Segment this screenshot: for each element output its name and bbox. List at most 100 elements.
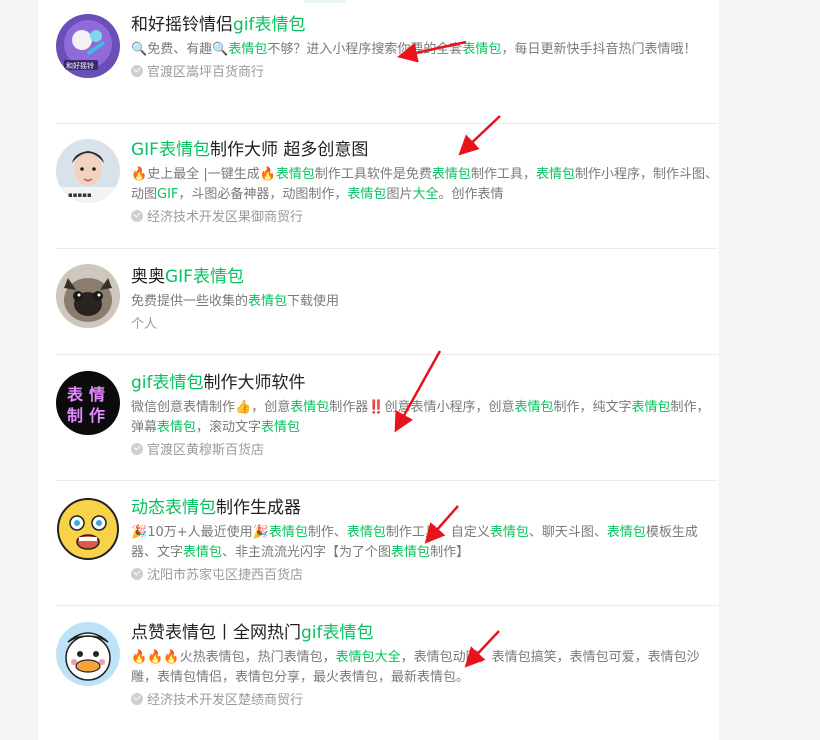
text-segment: 免费提供一些收集的 — [131, 294, 249, 309]
emoji-icon: 🔥 — [131, 167, 148, 182]
verified-icon — [131, 210, 143, 222]
svg-text:▪▪▪▪▪: ▪▪▪▪▪ — [68, 191, 92, 199]
text-segment: 、聊天斗图、 — [528, 525, 607, 540]
result-description: 免费提供一些收集的表情包下载使用 — [131, 292, 718, 312]
text-segment: 制作】 — [430, 545, 470, 560]
highlight-keyword: gif表情包 — [131, 373, 204, 393]
text-segment: 制作大师软件 — [203, 373, 306, 393]
text-segment: 不够？进入小程序搜索你要的全套 — [267, 42, 463, 57]
result-title[interactable]: 奥奥GIF表情包 — [131, 266, 718, 288]
publisher-name: 沈阳市苏家屯区捷西百货店 — [147, 568, 304, 583]
highlight-keyword: gif表情包 — [233, 15, 306, 35]
highlight-keyword: 表情包 — [183, 545, 223, 560]
emoji-icon: 🔥 — [259, 167, 276, 182]
emoji-icon: 🔍 — [212, 42, 229, 57]
verified-icon — [131, 65, 143, 77]
avatar-char: 表 — [66, 385, 84, 404]
highlight-keyword: 表情包 — [631, 400, 671, 415]
avatar: ▪▪▪▪▪ — [56, 139, 120, 203]
highlight-keyword: 表情包 — [228, 42, 268, 57]
highlight-keyword: 表情包 — [606, 525, 646, 540]
text-segment: 下载使用 — [287, 294, 340, 309]
highlight-keyword: 表情包 — [514, 400, 554, 415]
list-item[interactable]: 动态表情包制作生成器 🎉10万+人最近使用🎉表情包制作、表情包制作工具、自定义表… — [56, 481, 718, 606]
result-title[interactable]: 和好摇铃情侣gif表情包 — [131, 14, 718, 36]
highlight-keyword: 表情包 — [261, 420, 301, 435]
text-segment: 创意表情小程序，创意 — [384, 400, 515, 415]
highlight-keyword: 表情包 — [268, 525, 308, 540]
avatar: 表 情 制 作 — [56, 371, 120, 435]
list-item[interactable]: 和好摇铃 和好摇铃情侣gif表情包 🔍免费、有趣🔍表情包不够？进入小程序搜索你要… — [56, 0, 718, 124]
text-segment: 制作，纯文字 — [553, 400, 632, 415]
text-segment: ，创意 — [251, 400, 291, 415]
result-description: 🔍免费、有趣🔍表情包不够？进入小程序搜索你要的全套表情包，每日更新快手抖音热门表… — [131, 40, 718, 60]
result-title[interactable]: 动态表情包制作生成器 — [131, 497, 718, 519]
avatar — [56, 622, 120, 686]
list-item[interactable]: 奥奥GIF表情包 免费提供一些收集的表情包下载使用 个人 — [56, 249, 718, 355]
text-segment: 。创作表情 — [438, 187, 504, 202]
result-description: 微信创意表情制作👍，创意表情包制作器‼️创意表情小程序，创意表情包制作，纯文字表… — [131, 398, 718, 438]
publisher-name: 个人 — [131, 317, 158, 332]
publisher-name: 官渡区黄穆斯百货店 — [147, 443, 265, 458]
highlight-keyword: gif表情包 — [301, 623, 374, 643]
text-segment: 制作工具软件是免费 — [314, 167, 432, 182]
highlight-keyword: 大全 — [412, 187, 439, 202]
publisher-name: 经济技术开发区楚绩商贸行 — [147, 693, 304, 708]
result-title[interactable]: 点赞表情包丨全网热门gif表情包 — [131, 622, 718, 644]
avatar-label: 和好摇铃 — [66, 61, 94, 70]
avatar — [56, 264, 120, 328]
search-results-panel: 和好摇铃 和好摇铃情侣gif表情包 🔍免费、有趣🔍表情包不够？进入小程序搜索你要… — [38, 0, 719, 740]
text-segment: 史上最全 |一键生成 — [147, 167, 260, 182]
highlight-keyword: 表情包 — [346, 525, 386, 540]
verified-icon — [131, 443, 143, 455]
publisher: 经济技术开发区果御商贸行 — [131, 208, 718, 228]
highlight-keyword: 表情包 — [157, 420, 197, 435]
avatar — [56, 497, 120, 561]
publisher: 官渡区嵩坪百货商行 — [131, 63, 718, 83]
highlight-keyword: 表情包 — [462, 42, 502, 57]
highlight-keyword: 表情包 — [535, 167, 575, 182]
text-segment: ，每日更新快手抖音热门表情哦！ — [501, 42, 697, 57]
publisher-name: 官渡区嵩坪百货商行 — [147, 65, 265, 80]
publisher: 个人 — [131, 315, 718, 335]
highlight-keyword: 表情包 — [489, 525, 529, 540]
text-segment: 制作工具、自定义 — [385, 525, 490, 540]
result-title[interactable]: gif表情包制作大师软件 — [131, 372, 718, 394]
text-segment: 微信创意表情制作 — [131, 400, 236, 415]
highlight-keyword: 表情包 — [248, 294, 288, 309]
text-segment: 图片 — [386, 187, 413, 202]
text-segment: 免费、有趣 — [147, 42, 213, 57]
text-segment: 10万+人最近使用 — [147, 525, 253, 540]
text-segment: 和好摇铃情侣 — [131, 15, 233, 35]
avatar-char: 制 — [67, 406, 83, 425]
highlight-keyword: 表情包 — [391, 545, 431, 560]
text-segment: 制作器 — [329, 400, 369, 415]
highlight-keyword: GIF表情包 — [165, 267, 244, 287]
text-segment: 、非主流流光闪字【为了个图 — [222, 545, 392, 560]
highlight-keyword: 表情包 — [275, 167, 315, 182]
emoji-icon: ‼️ — [368, 400, 385, 415]
list-item[interactable]: 表 情 制 作 gif表情包制作大师软件 微信创意表情制作👍，创意表情包制作器‼… — [56, 355, 718, 481]
text-segment: ，斗图必备神器，动图制作， — [178, 187, 348, 202]
emoji-icon: 🎉 — [252, 525, 269, 540]
emoji-icon: 🎉 — [131, 525, 148, 540]
result-title[interactable]: GIF表情包制作大师 超多创意图 — [131, 139, 718, 161]
text-segment: 奥奥 — [131, 267, 165, 287]
publisher-name: 经济技术开发区果御商贸行 — [147, 210, 304, 225]
list-item[interactable]: ▪▪▪▪▪ GIF表情包制作大师 超多创意图 🔥史上最全 |一键生成🔥表情包制作… — [56, 123, 718, 249]
text-segment: 制作生成器 — [216, 498, 301, 518]
list-item[interactable]: 点赞表情包丨全网热门gif表情包 🔥🔥🔥火热表情包，热门表情包，表情包大全，表情… — [56, 606, 718, 740]
verified-icon — [131, 568, 143, 580]
text-segment: 点赞表情包丨全网热门 — [131, 623, 301, 643]
avatar-char: 情 — [89, 385, 105, 404]
result-description: 🔥🔥🔥火热表情包，热门表情包，表情包大全，表情包动图，表情包搞笑，表情包可爱，表… — [131, 648, 718, 688]
avatar: 和好摇铃 — [56, 14, 120, 78]
text-segment: ，滚动文字 — [196, 420, 262, 435]
text-segment: 火热表情包，热门表情包， — [179, 650, 336, 665]
verified-icon — [131, 693, 143, 705]
highlight-keyword: 表情包 — [290, 400, 330, 415]
highlight-keyword: 表情包 — [431, 167, 471, 182]
highlight-keyword: GIF — [157, 187, 179, 202]
text-segment: 制作大师 超多创意图 — [209, 140, 369, 160]
emoji-icon: 🔍 — [131, 42, 148, 57]
